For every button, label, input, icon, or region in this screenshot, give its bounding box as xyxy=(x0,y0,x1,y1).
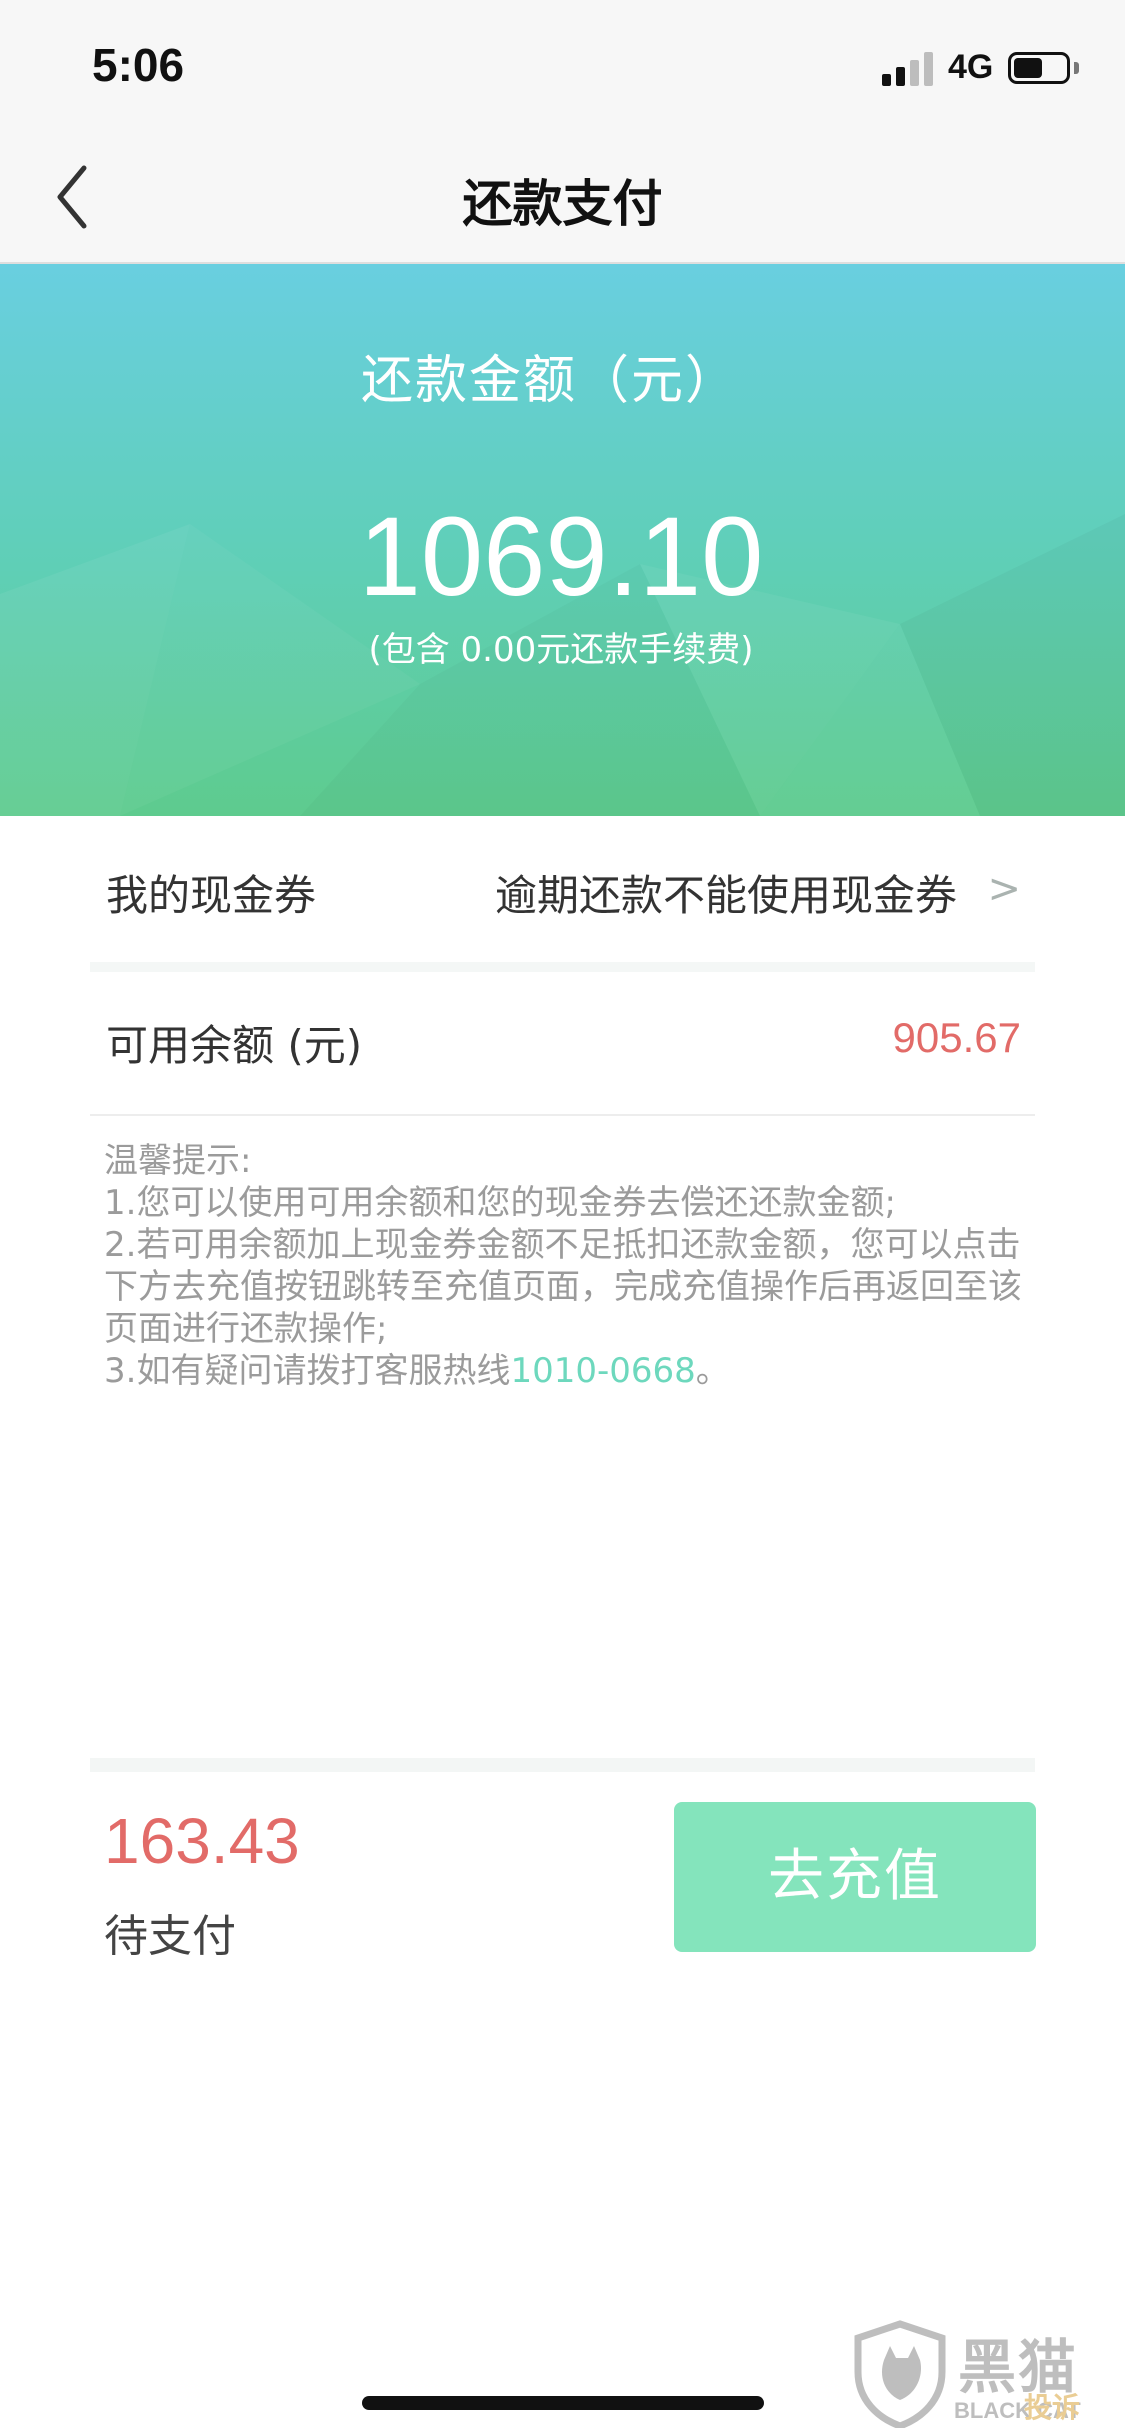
balance-value: 905.67 xyxy=(892,1014,1021,1061)
battery-icon xyxy=(1008,52,1070,84)
status-time: 5:06 xyxy=(92,39,185,91)
pending-payment-amount: 163.43 xyxy=(104,1805,300,1877)
repayment-amount-panel: 还款金额（元） 1069.10 (包含 0.00元还款手续费) xyxy=(0,264,1125,816)
watermark-logo: 黑猫 BLACK CAT 投诉 xyxy=(850,2316,1120,2432)
balance-label: 可用余额 (元) xyxy=(106,1021,363,1070)
status-bar: 5:06 4G xyxy=(0,0,1125,132)
home-indicator[interactable] xyxy=(362,2396,764,2410)
tips-title: 温馨提示: xyxy=(104,1141,252,1181)
recharge-button[interactable]: 去充值 xyxy=(674,1802,1036,1952)
fee-note: (包含 0.00元还款手续费) xyxy=(368,630,754,670)
tips-line-3-suffix: 。 xyxy=(695,1351,730,1391)
watermark-tag: 投诉 xyxy=(1024,2391,1081,2424)
coupon-label: 我的现金券 xyxy=(106,871,317,920)
tips-line-3-prefix: 3.如有疑问请拨打客服热线 xyxy=(104,1351,511,1391)
battery-tip xyxy=(1074,62,1079,74)
network-label: 4G xyxy=(948,48,994,86)
signal-icon xyxy=(882,52,934,86)
tips-line-2: 2.若可用余额加上现金券金额不足抵扣还款金额，您可以点击下方去充值按钮跳转至充值… xyxy=(104,1225,1022,1349)
pay-divider xyxy=(90,1758,1035,1772)
repayment-amount-value: 1069.10 xyxy=(358,494,764,619)
tips-section: 温馨提示: 1.您可以使用可用余额和您的现金券去偿还还款金额; 2.若可用余额加… xyxy=(104,1140,1024,1392)
pending-payment-label: 待支付 xyxy=(104,1911,236,1962)
tips-line-1: 1.您可以使用可用余额和您的现金券去偿还还款金额; xyxy=(104,1183,896,1223)
coupon-row[interactable]: 我的现金券 逾期还款不能使用现金券 > xyxy=(90,816,1035,972)
cat-shield-icon xyxy=(854,2320,946,2428)
coupon-status: 逾期还款不能使用现金券 xyxy=(494,871,957,920)
balance-row: 可用余额 (元) 905.67 xyxy=(90,972,1035,1116)
repayment-amount-label: 还款金额（元） xyxy=(360,351,739,411)
hotline-link[interactable]: 1010-0668 xyxy=(510,1351,695,1391)
page-title: 还款支付 xyxy=(462,175,663,233)
chevron-right-icon: > xyxy=(987,866,1021,912)
tips-line-3: 3.如有疑问请拨打客服热线1010-0668。 xyxy=(104,1350,1024,1392)
nav-bar: 还款支付 xyxy=(0,132,1125,264)
